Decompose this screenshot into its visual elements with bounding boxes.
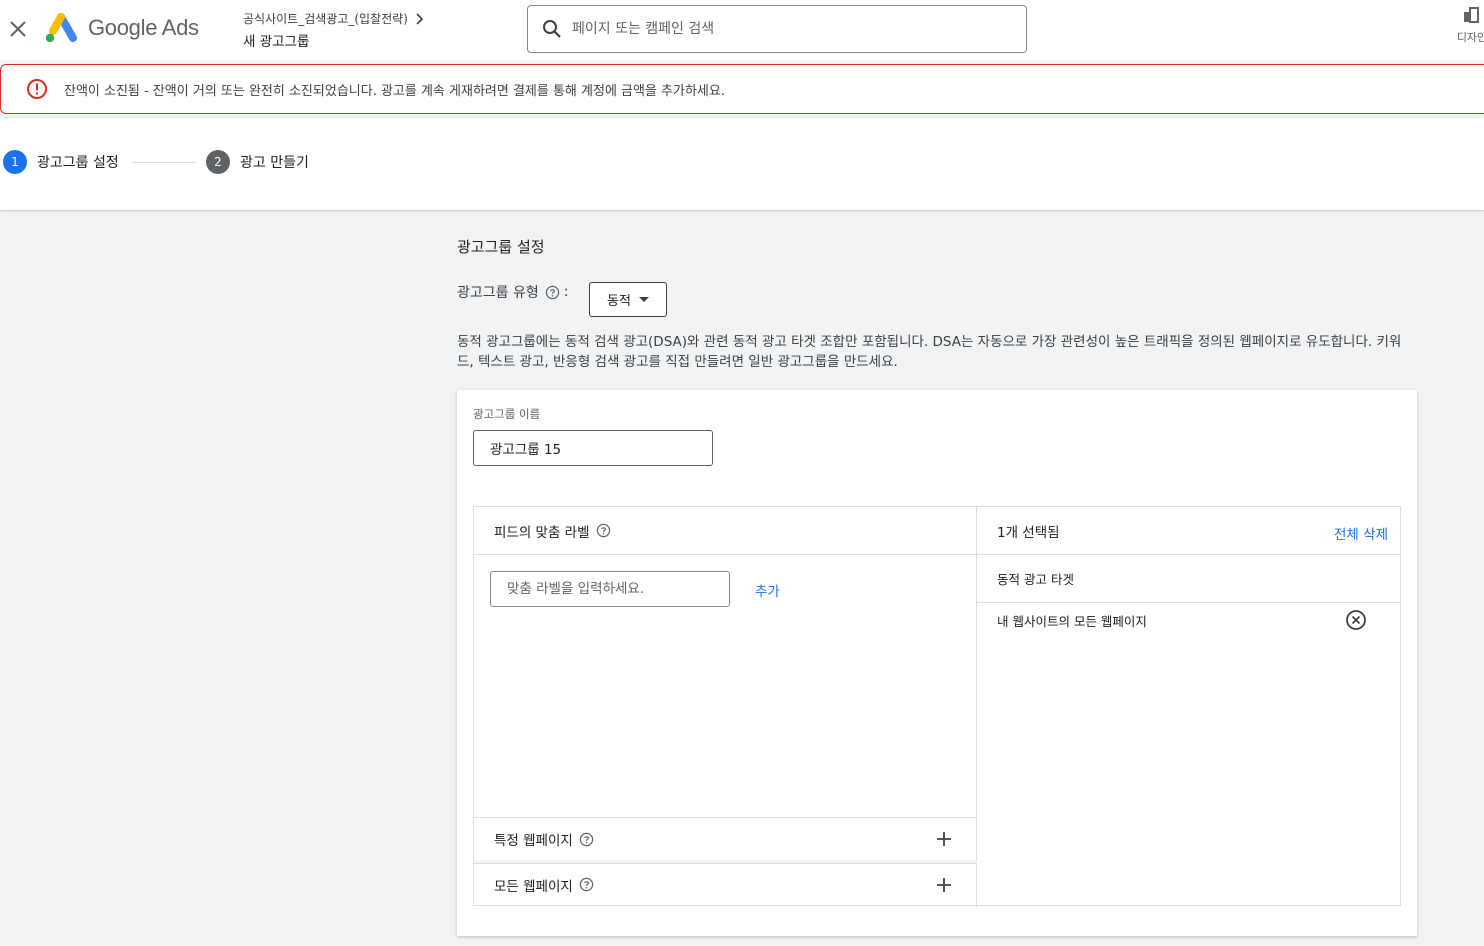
dynamic-target-group-title: 동적 광고 타겟 xyxy=(997,572,1074,587)
all-webpages-label: 모든 웹페이지 xyxy=(494,878,573,895)
step-number: 1 xyxy=(3,150,27,174)
step-connector xyxy=(132,162,196,163)
specific-webpages-row[interactable]: 특정 웹페이지 xyxy=(474,817,977,860)
section-title: 광고그룹 설정 xyxy=(457,238,545,256)
step-adgroup-settings[interactable]: 1 광고그룹 설정 xyxy=(3,150,119,174)
selected-target-item: 내 웹사이트의 모든 웹페이지 xyxy=(977,603,1401,637)
step-label: 광고그룹 설정 xyxy=(37,155,119,171)
breadcrumb-parent-label[interactable]: 공식사이트_검색광고_(입찰전략) xyxy=(243,10,408,27)
specific-webpages-label: 특정 웹페이지 xyxy=(494,833,573,849)
chevron-right-icon xyxy=(416,12,424,25)
search-input[interactable] xyxy=(572,21,992,37)
google-ads-logo xyxy=(44,13,78,45)
selected-count: 1개 선택됨 xyxy=(997,524,1060,541)
breadcrumb-parent[interactable]: 공식사이트_검색광고_(입찰전략) xyxy=(243,10,424,27)
adgroup-name-input[interactable] xyxy=(473,430,713,466)
dynamic-targets-panel: 피드의 맞춤 라벨 추가 특정 웹페이지 모든 웹페이지 1개 선택됨 전체 삭… xyxy=(473,506,1401,907)
adgroup-type-dropdown[interactable]: 동적 xyxy=(589,282,667,317)
close-icon[interactable] xyxy=(6,17,30,41)
dropdown-arrow-icon xyxy=(638,296,649,302)
adgroup-name-label: 광고그룹 이름 xyxy=(473,407,541,421)
stepper: 1 광고그룹 설정 2 광고 만들기 xyxy=(0,118,1484,210)
target-options-column: 피드의 맞춤 라벨 추가 특정 웹페이지 모든 웹페이지 xyxy=(474,507,977,907)
adgroup-type-description: 동적 광고그룹에는 동적 검색 광고(DSA)와 관련 동적 광고 타겟 조합만… xyxy=(457,334,1402,370)
breadcrumb: 공식사이트_검색광고_(입찰전략) 새 광고그룹 xyxy=(243,10,424,50)
remove-circle-icon[interactable] xyxy=(1345,609,1367,631)
design-tool-label: 디자인 xyxy=(1456,31,1484,44)
adgroup-type-row: 광고그룹 유형 : xyxy=(457,282,568,302)
custom-label-input[interactable] xyxy=(490,571,730,607)
error-icon xyxy=(27,79,47,99)
search-box[interactable] xyxy=(527,5,1027,53)
add-label-button[interactable]: 추가 xyxy=(755,580,780,600)
custom-label-header: 피드의 맞춤 라벨 xyxy=(474,507,976,555)
design-tool-icon xyxy=(1464,7,1479,23)
breadcrumb-current: 새 광고그룹 xyxy=(243,34,310,50)
selected-targets-column: 1개 선택됨 전체 삭제 동적 광고 타겟 내 웹사이트의 모든 웹페이지 xyxy=(977,507,1401,907)
custom-label-title: 피드의 맞춤 라벨 xyxy=(494,524,590,541)
alert-message: 잔액이 소진됨 - 잔액이 거의 또는 완전히 소진되었습니다. 광고를 계속 … xyxy=(64,83,725,99)
help-icon[interactable] xyxy=(579,877,594,892)
help-icon[interactable] xyxy=(545,285,560,300)
all-webpages-row[interactable]: 모든 웹페이지 xyxy=(474,863,977,906)
selected-target-label: 내 웹사이트의 모든 웹페이지 xyxy=(997,613,1147,629)
plus-icon[interactable] xyxy=(935,830,953,848)
step-label: 광고 만들기 xyxy=(240,155,309,171)
adgroup-type-label: 광고그룹 유형 xyxy=(457,285,539,301)
clear-all-button[interactable]: 전체 삭제 xyxy=(1334,523,1388,543)
help-icon[interactable] xyxy=(579,832,594,847)
plus-icon[interactable] xyxy=(935,876,953,894)
adgroup-card: 광고그룹 이름 피드의 맞춤 라벨 추가 특정 웹페이지 모든 웹페이지 xyxy=(457,390,1417,936)
step-number: 2 xyxy=(206,150,230,174)
design-tool-button[interactable]: 디자인 xyxy=(1452,6,1484,45)
help-icon[interactable] xyxy=(596,523,611,538)
type-colon: : xyxy=(563,284,569,300)
search-icon xyxy=(543,20,561,38)
step-create-ads[interactable]: 2 광고 만들기 xyxy=(206,150,309,174)
brand-name: Google Ads xyxy=(88,15,199,40)
top-bar: Google Ads 공식사이트_검색광고_(입찰전략) 새 광고그룹 디자인 xyxy=(0,0,1484,60)
dynamic-target-group-header: 동적 광고 타겟 xyxy=(977,555,1401,603)
balance-alert: 잔액이 소진됨 - 잔액이 거의 또는 완전히 소진되었습니다. 광고를 계속 … xyxy=(0,64,1484,114)
adgroup-type-value: 동적 xyxy=(607,294,631,309)
